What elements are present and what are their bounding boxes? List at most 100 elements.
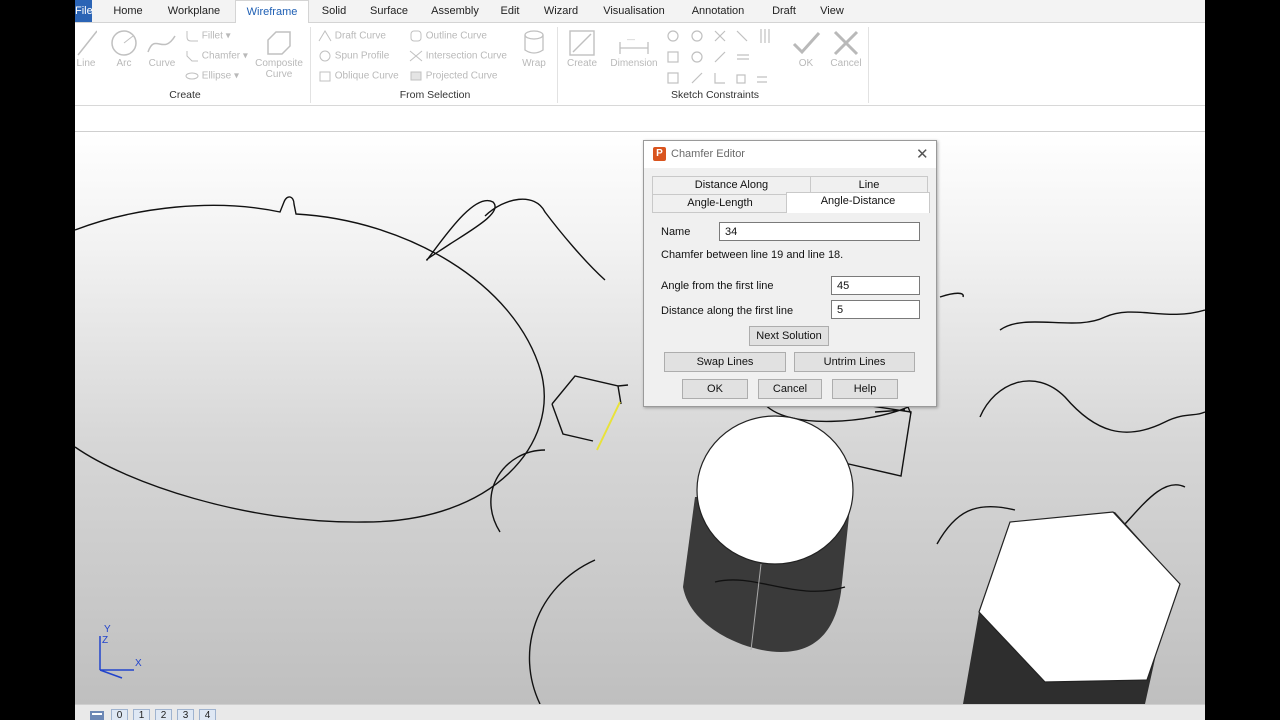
wireframe-scene xyxy=(75,196,1205,704)
wrap-button[interactable]: Wrap xyxy=(519,28,549,69)
line-icon xyxy=(77,30,97,56)
wireframe-wave-1 xyxy=(999,309,1205,331)
svg-text:—: — xyxy=(627,35,635,44)
arc-button[interactable]: Arc xyxy=(109,28,139,69)
arc-label: Arc xyxy=(116,58,132,69)
tab-view[interactable]: View xyxy=(815,0,849,22)
outline-curve-icon xyxy=(410,30,422,42)
tab-assembly[interactable]: Assembly xyxy=(427,0,483,22)
levels-icon[interactable] xyxy=(89,709,105,720)
constraint-icon-grid[interactable] xyxy=(665,27,785,87)
tab-angle-length[interactable]: Angle-Length xyxy=(652,194,788,213)
constraint-cancel-label: Cancel xyxy=(830,58,862,69)
constraint-create-label: Create xyxy=(566,58,597,69)
next-solution-button[interactable]: Next Solution xyxy=(749,326,829,346)
constraint-create-icon xyxy=(569,30,595,56)
dialog-title-bar[interactable]: P Chamfer Editor ✕ xyxy=(644,141,936,168)
ellipse-button[interactable]: Ellipse ▾ xyxy=(185,70,239,82)
outline-curve-button[interactable]: Outline Curve xyxy=(409,30,487,42)
level-4[interactable]: 4 xyxy=(199,709,216,720)
ribbon-separator xyxy=(868,27,869,103)
line-button[interactable]: Line xyxy=(75,28,97,69)
cross-icon xyxy=(833,30,859,56)
tab-annotation[interactable]: Annotation xyxy=(685,0,751,22)
tab-edit[interactable]: Edit xyxy=(495,0,525,22)
wrap-icon xyxy=(524,30,544,54)
wireframe-ellipse xyxy=(75,196,545,523)
intersection-curve-label: Intersection Curve xyxy=(425,50,507,62)
close-icon[interactable]: ✕ xyxy=(916,145,929,163)
tab-wizard[interactable]: Wizard xyxy=(539,0,583,22)
tab-draft[interactable]: Draft xyxy=(767,0,801,22)
ribbon-tab-bar: File Home Workplane Wireframe Solid Surf… xyxy=(75,0,1205,24)
selected-chamfer-edge xyxy=(596,401,621,451)
constraint-ok-button[interactable]: OK xyxy=(789,28,823,69)
ellipse-label: Ellipse xyxy=(201,70,232,82)
tab-surface[interactable]: Surface xyxy=(365,0,413,22)
curve-icon xyxy=(147,35,176,53)
tab-wireframe[interactable]: Wireframe xyxy=(235,0,309,24)
draft-curve-button[interactable]: Draft Curve xyxy=(318,30,386,42)
level-2[interactable]: 2 xyxy=(155,709,172,720)
cancel-button[interactable]: Cancel xyxy=(758,379,822,399)
intersection-curve-icon xyxy=(409,50,423,62)
chamfer-label: Chamfer xyxy=(201,50,241,62)
axis-z-label: Z xyxy=(102,635,109,646)
tab-home[interactable]: Home xyxy=(107,0,149,22)
cylinder-solid xyxy=(683,415,854,652)
name-field[interactable]: 34 xyxy=(719,222,920,241)
arc-icon xyxy=(111,30,137,56)
angle-label: Angle from the first line xyxy=(661,280,774,292)
help-button[interactable]: Help xyxy=(832,379,898,399)
command-bar[interactable] xyxy=(75,106,1205,132)
chamfer-icon xyxy=(186,51,198,62)
level-1[interactable]: 1 xyxy=(133,709,150,720)
wrap-label: Wrap xyxy=(522,58,546,69)
level-3[interactable]: 3 xyxy=(177,709,194,720)
wireframe-arc-left xyxy=(490,449,546,533)
wireframe-hex-right xyxy=(839,401,912,477)
chamfer-button[interactable]: Chamfer ▾ xyxy=(185,50,248,62)
tab-workplane[interactable]: Workplane xyxy=(163,0,225,22)
tab-visualisation[interactable]: Visualisation xyxy=(599,0,669,22)
composite-curve-button[interactable]: Composite Curve xyxy=(253,28,305,80)
dimension-button[interactable]: — Dimension xyxy=(607,28,661,69)
tab-angle-distance[interactable]: Angle-Distance xyxy=(786,192,930,213)
dialog-body: Name 34 Chamfer between line 19 and line… xyxy=(651,213,928,402)
chamfer-info-text: Chamfer between line 19 and line 18. xyxy=(661,249,844,261)
ok-button[interactable]: OK xyxy=(682,379,748,399)
graphics-viewport[interactable]: Y Z X xyxy=(75,132,1205,704)
group-sketch-constraints: Sketch Constraints xyxy=(670,89,760,101)
untrim-lines-button[interactable]: Untrim Lines xyxy=(794,352,915,372)
axis-x-label: X xyxy=(135,658,142,669)
oblique-curve-button[interactable]: Oblique Curve xyxy=(318,70,399,82)
application-window: File Home Workplane Wireframe Solid Surf… xyxy=(75,0,1205,720)
projected-curve-button[interactable]: Projected Curve xyxy=(409,70,497,82)
spun-profile-button[interactable]: Spun Profile xyxy=(318,50,389,62)
fillet-button[interactable]: Fillet ▾ xyxy=(185,30,231,42)
level-0[interactable]: 0 xyxy=(111,709,128,720)
name-label: Name xyxy=(661,226,691,238)
wireframe-hexagon xyxy=(551,375,629,405)
tab-file[interactable]: File xyxy=(75,0,93,22)
constraint-create-button[interactable]: Create xyxy=(565,28,599,69)
fillet-label: Fillet xyxy=(201,30,223,42)
dialog-title: Chamfer Editor xyxy=(671,148,745,160)
outline-curve-label: Outline Curve xyxy=(425,30,487,42)
angle-field[interactable]: 45 xyxy=(831,276,920,295)
distance-field[interactable]: 5 xyxy=(831,300,920,319)
tab-solid[interactable]: Solid xyxy=(315,0,353,22)
chamfer-editor-dialog: P Chamfer Editor ✕ Distance Along Line A… xyxy=(643,140,937,407)
status-bar: 0 1 2 3 4 xyxy=(75,704,1205,720)
ellipse-icon xyxy=(185,72,199,80)
wireframe-wave-2 xyxy=(979,380,1205,433)
curve-button[interactable]: Curve xyxy=(145,28,179,69)
constraint-cancel-button[interactable]: Cancel xyxy=(829,28,863,69)
group-from-selection: From Selection xyxy=(399,89,471,101)
hexagon-prism-solid xyxy=(963,511,1181,704)
composite-label-2: Curve xyxy=(265,69,293,80)
distance-label: Distance along the first line xyxy=(661,305,794,317)
dimension-label: Dimension xyxy=(610,58,658,69)
swap-lines-button[interactable]: Swap Lines xyxy=(664,352,786,372)
intersection-curve-button[interactable]: Intersection Curve xyxy=(409,50,507,62)
